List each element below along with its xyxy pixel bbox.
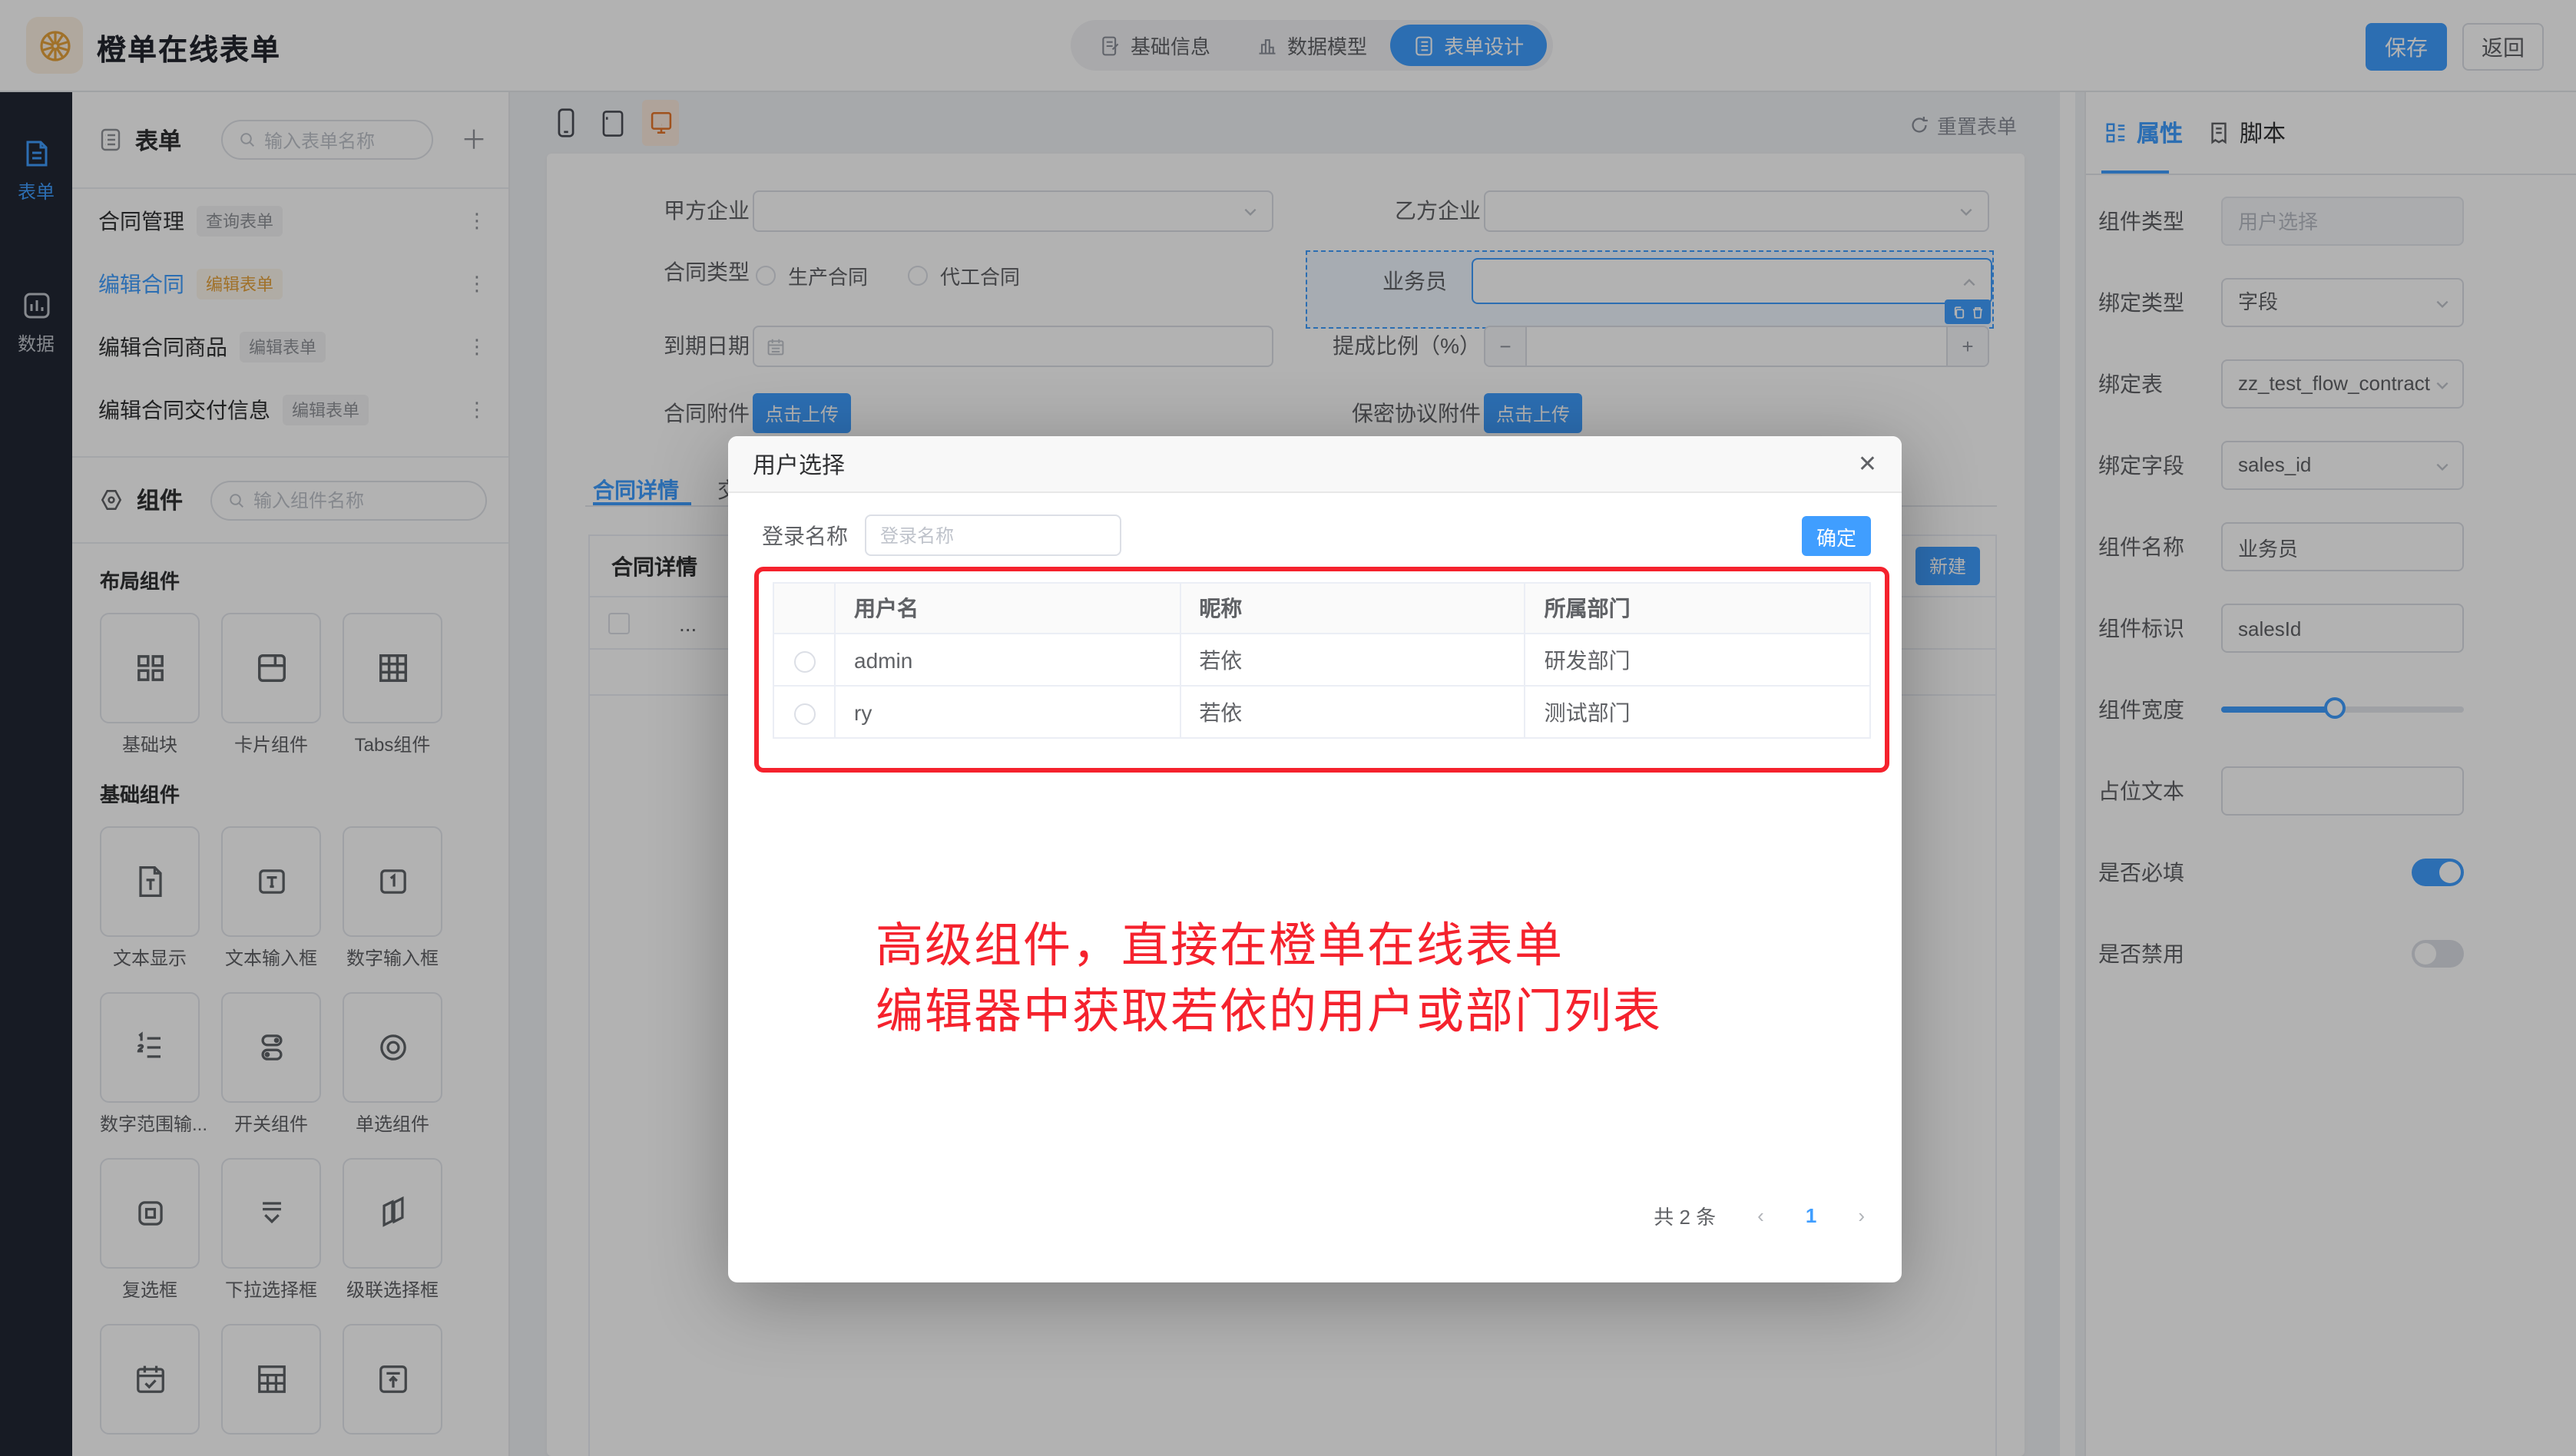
user-picker-dialog: 用户选择 ✕ 登录名称 确定 用户名昵称所属部门 admin若依研发部门ry若依… bbox=[728, 436, 1902, 1282]
row-radio[interactable] bbox=[793, 650, 815, 672]
pagination: 共 2 条 ‹ 1 › bbox=[1654, 1201, 1865, 1230]
annotation-red-border: 用户名昵称所属部门 admin若依研发部门ry若依测试部门 bbox=[754, 567, 1889, 773]
row-radio[interactable] bbox=[793, 703, 815, 724]
user-table-row-0: admin若依研发部门 bbox=[773, 634, 1870, 686]
current-page[interactable]: 1 bbox=[1806, 1204, 1816, 1227]
table-cell: 测试部门 bbox=[1525, 686, 1870, 738]
table-header: 所属部门 bbox=[1525, 583, 1870, 634]
user-table: 用户名昵称所属部门 admin若依研发部门ry若依测试部门 bbox=[773, 582, 1871, 739]
table-cell: 若依 bbox=[1180, 686, 1525, 738]
total-count: 共 2 条 bbox=[1654, 1201, 1716, 1230]
prev-page-icon[interactable]: ‹ bbox=[1757, 1204, 1764, 1227]
annotation-text: 高级组件，直接在橙单在线表单 编辑器中获取若依的用户或部门列表 bbox=[876, 912, 1662, 1044]
dialog-title: 用户选择 bbox=[753, 448, 845, 480]
table-header: 昵称 bbox=[1180, 583, 1525, 634]
table-cell: 若依 bbox=[1180, 634, 1525, 686]
login-name-input[interactable] bbox=[865, 515, 1121, 556]
close-icon[interactable]: ✕ bbox=[1858, 450, 1877, 478]
user-table-row-1: ry若依测试部门 bbox=[773, 686, 1870, 738]
table-cell: 研发部门 bbox=[1525, 634, 1870, 686]
table-cell: ry bbox=[835, 686, 1180, 738]
table-cell: admin bbox=[835, 634, 1180, 686]
table-header: 用户名 bbox=[835, 583, 1180, 634]
login-name-label: 登录名称 bbox=[762, 520, 848, 551]
confirm-button[interactable]: 确定 bbox=[1802, 516, 1871, 556]
next-page-icon[interactable]: › bbox=[1858, 1204, 1865, 1227]
